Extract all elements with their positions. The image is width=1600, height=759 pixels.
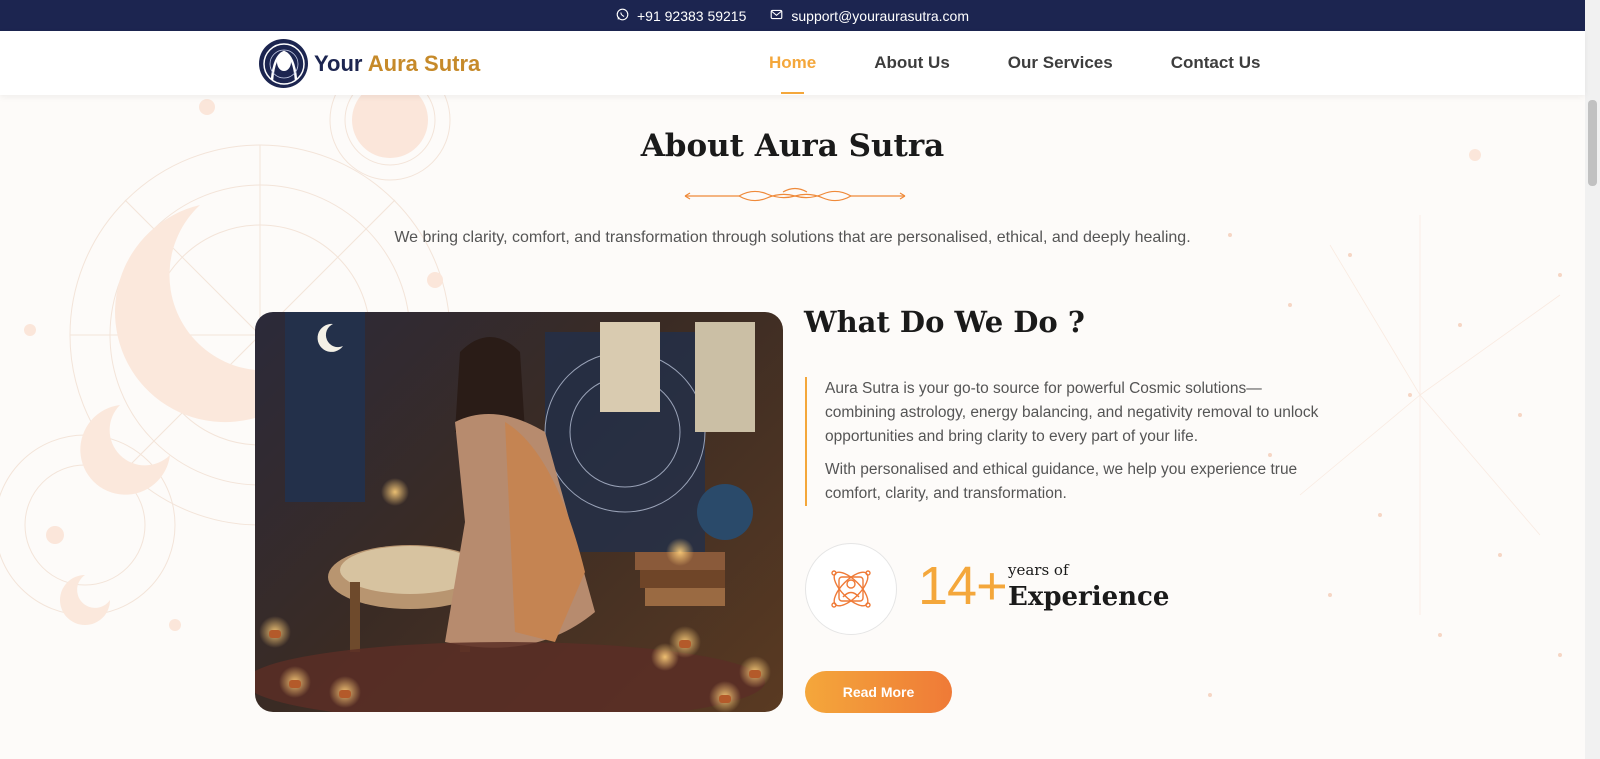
scrollbar-thumb[interactable] bbox=[1588, 100, 1597, 186]
nav-home[interactable]: Home bbox=[769, 31, 816, 95]
top-contact-bar: +91 92383 59215 support@youraurasutra.co… bbox=[0, 0, 1585, 31]
description-paragraph-2: With personalised and ethical guidance, … bbox=[825, 461, 1298, 502]
what-we-do-title: What Do We Do ? bbox=[804, 305, 1085, 339]
about-title: About Aura Sutra bbox=[640, 128, 945, 164]
read-more-button[interactable]: Read More bbox=[805, 671, 952, 713]
experience-number: 14+ bbox=[918, 556, 1008, 616]
brand-name-accent: Aura Sutra bbox=[367, 50, 481, 76]
description-paragraph-1: Aura Sutra is your go-to source for powe… bbox=[825, 380, 1319, 445]
brand-logo-link[interactable]: Your Aura Sutra bbox=[259, 39, 480, 88]
ornamental-divider bbox=[684, 187, 906, 202]
brand-name: Your Aura Sutra bbox=[314, 51, 480, 77]
whatsapp-icon bbox=[616, 8, 629, 24]
what-we-do-description: Aura Sutra is your go-to source for powe… bbox=[805, 377, 1325, 506]
about-subtitle: We bring clarity, comfort, and transform… bbox=[394, 229, 1191, 246]
email-contact[interactable]: support@youraurasutra.com bbox=[770, 8, 969, 24]
aura-face-logo bbox=[259, 39, 308, 88]
brand-name-prefix: Your bbox=[314, 50, 363, 76]
phone-contact[interactable]: +91 92383 59215 bbox=[616, 8, 746, 24]
experience-big-label: Experience bbox=[1008, 582, 1170, 612]
email-address: support@youraurasutra.com bbox=[791, 7, 969, 24]
experience-small-label: years of bbox=[1008, 561, 1069, 579]
main-navigation: Home About Us Our Services Contact Us bbox=[740, 31, 1289, 95]
mail-icon bbox=[770, 8, 783, 24]
experience-icon-circle bbox=[805, 543, 897, 635]
nav-about-us[interactable]: About Us bbox=[874, 31, 950, 95]
astrologer-illustration bbox=[255, 312, 783, 712]
phone-number: +91 92383 59215 bbox=[636, 7, 747, 24]
site-header: Your Aura Sutra Home About Us Our Servic… bbox=[0, 31, 1585, 95]
nav-contact-us[interactable]: Contact Us bbox=[1171, 31, 1261, 95]
page-scrollbar[interactable] bbox=[1585, 0, 1600, 759]
nav-our-services[interactable]: Our Services bbox=[1008, 31, 1113, 95]
spiritual-person-atom-icon bbox=[831, 570, 871, 608]
